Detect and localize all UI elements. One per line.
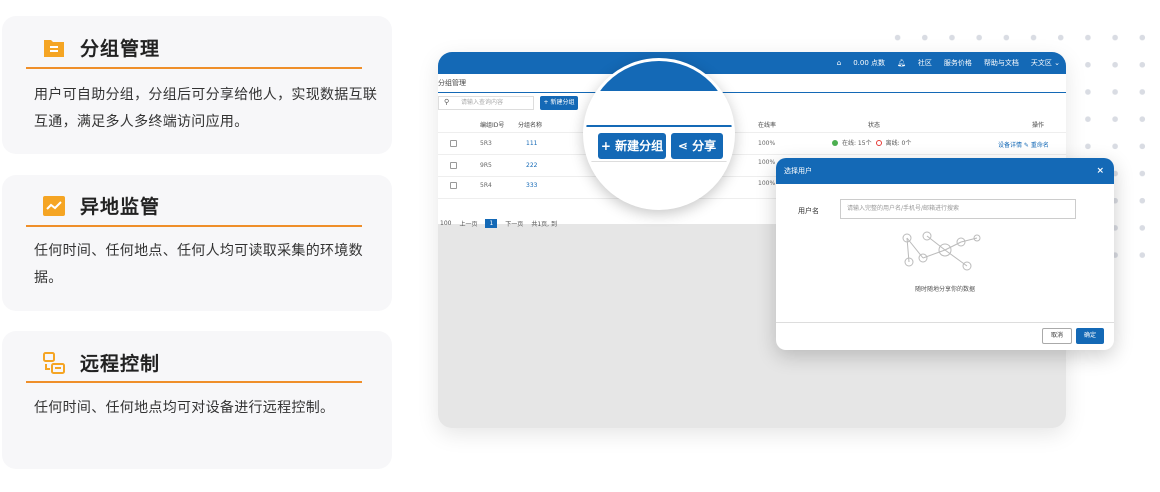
group-list-icon (44, 39, 64, 57)
table-cell: 9R5 (480, 162, 492, 169)
divider (776, 322, 1114, 323)
pagination: 100 上一页 1 下一页 共1页, 到 (440, 219, 557, 228)
username-search-input: 请输入完整的用户名/手机号/邮箱进行搜索 (840, 199, 1076, 219)
feature-card-monitor: 异地监管 任何时间、任何地点、任何人均可读取采集的环境数据。 (2, 175, 392, 311)
table-cell: 5R4 (480, 182, 492, 189)
share-icon: ⋖ (677, 139, 688, 153)
dialog-caption: 随时随地分享你的数据 (914, 286, 975, 293)
divider (438, 154, 1066, 155)
magnifier-lens: + 新建分组 ⋖ 分享 (583, 58, 735, 210)
row-checkbox (450, 182, 457, 189)
column-header-status: 状态 (868, 122, 881, 129)
search-input: 请输入查询内容 (438, 96, 534, 110)
topbar-community: 社区 (917, 59, 932, 67)
table-cell: 100% (758, 140, 776, 147)
column-header-id: 编组ID号 (480, 122, 505, 129)
column-header-rate: 在线率 (758, 122, 777, 129)
column-header-name: 分组名称 (518, 122, 543, 129)
feature-title: 异地监管 (80, 196, 161, 218)
magnified-topbar (586, 61, 732, 91)
select-user-dialog: 选择用户 × 用户名 请输入完整的用户名/手机号/邮箱进行搜索 随时随地分享你的… (776, 158, 1114, 350)
feature-card-group: 分组管理 用户可自助分组，分组后可分享给他人，实现数据互联互通，满足多人多终端访… (2, 16, 392, 154)
dialog-header: 选择用户 × (776, 158, 1114, 184)
feature-description: 任何时间、任何地点均可对设备进行远程控制。 (34, 400, 335, 416)
dialog-title: 选择用户 (784, 167, 812, 175)
breadcrumb: 分组管理 (438, 79, 466, 87)
feature-header: 远程控制 (42, 349, 160, 376)
table-cell: 333 (526, 182, 538, 189)
confirm-button: 确定 (1076, 328, 1104, 344)
divider (26, 67, 362, 69)
divider (26, 381, 362, 383)
divider (26, 225, 362, 227)
close-icon: × (1096, 166, 1104, 176)
row-checkbox (450, 162, 457, 169)
topbar-pricing: 服务价格 (943, 59, 972, 67)
feature-card-remote: 远程控制 任何时间、任何地点均可对设备进行远程控制。 (2, 331, 392, 469)
share-network-icon (902, 231, 981, 271)
bell-icon: 🔔︎ (897, 59, 906, 67)
topbar-docs: 帮助与文档 (983, 59, 1019, 67)
share-button: ⋖ 分享 (671, 133, 723, 159)
column-header-actions: 操作 (1032, 122, 1045, 129)
divider (586, 125, 732, 127)
feature-description: 用户可自助分组，分组后可分享给他人，实现数据互联互通，满足多人多终端访问应用。 (34, 87, 378, 130)
status-online: 在线: 15个 (842, 140, 872, 147)
feature-title: 远程控制 (80, 353, 161, 375)
divider (438, 92, 1066, 93)
topbar-account: 天文区 ⌄ (1030, 59, 1060, 67)
table-cell: 222 (526, 162, 538, 169)
feature-description: 任何时间、任何地点、任何人均可读取采集的环境数据。 (34, 243, 363, 286)
topbar-points: 0.00 点数 (853, 59, 886, 67)
status-badge: 在线: 15个 离线: 0个 (832, 138, 911, 147)
feature-title: 分组管理 (80, 38, 161, 60)
feature-header: 分组管理 (42, 34, 160, 61)
page-size: 100 (440, 220, 452, 227)
feature-header: 异地监管 (42, 192, 160, 219)
home-icon: ⌂ (836, 59, 842, 67)
table-cell: 100% (758, 159, 776, 166)
divider (586, 161, 732, 162)
table-cell: 100% (758, 180, 776, 187)
table-cell: 111 (526, 140, 538, 147)
search-icon: ⚲ (444, 98, 450, 106)
row-checkbox (450, 140, 457, 147)
status-offline: 离线: 0个 (885, 140, 912, 147)
row-actions: 设备详情 ✎ 重命名 (998, 142, 1049, 149)
username-label: 用户名 (798, 207, 819, 215)
divider (438, 132, 1066, 133)
page-total: 共1页, 到 (531, 221, 557, 228)
table-cell: 5R3 (480, 140, 492, 147)
current-page: 1 (485, 219, 498, 228)
next-page: 下一页 (505, 221, 524, 228)
new-group-button-small: + 新建分组 (540, 96, 578, 110)
chart-line-icon (43, 195, 65, 216)
app-topbar: ⌂ 0.00 点数 🔔︎ 社区 服务价格 帮助与文档 天文区 ⌄ (438, 52, 1066, 74)
share-label: 分享 (692, 139, 717, 153)
offline-dot-icon (875, 139, 882, 146)
cancel-button: 取消 (1042, 328, 1072, 344)
remote-control-icon (43, 351, 65, 374)
new-group-button: + 新建分组 (598, 133, 666, 159)
online-dot-icon (832, 139, 838, 146)
prev-page: 上一页 (459, 221, 478, 228)
